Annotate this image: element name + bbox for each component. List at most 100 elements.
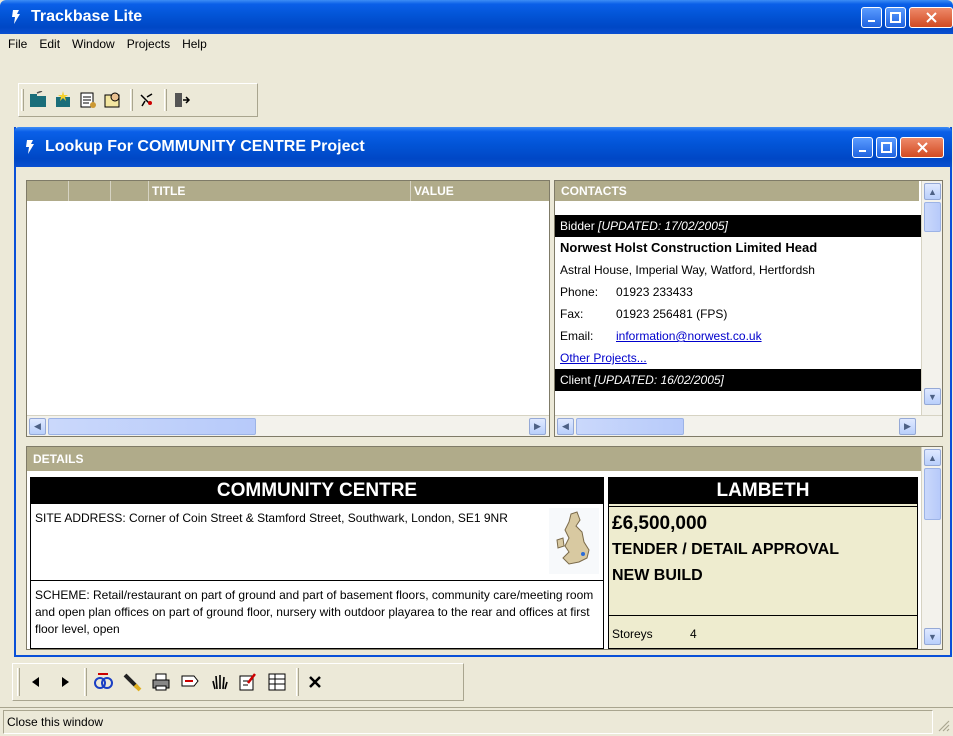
status-bar: Close this window xyxy=(0,707,953,736)
menu-window[interactable]: Window xyxy=(66,37,121,51)
other-projects-link[interactable]: Other Projects... xyxy=(560,351,647,365)
email-label: Email: xyxy=(560,329,594,343)
grid-header: TITLE VALUE xyxy=(27,181,549,201)
search-icon[interactable] xyxy=(90,668,116,696)
details-scroll-up-icon[interactable]: ▲ xyxy=(924,449,941,466)
email-link[interactable]: information@norwest.co.uk xyxy=(616,329,762,343)
lookup-minimize-button[interactable] xyxy=(852,137,873,158)
lookup-close-button[interactable] xyxy=(900,137,944,158)
grid-col-2[interactable] xyxy=(69,181,111,201)
contacts-scroll-down-icon[interactable]: ▼ xyxy=(924,388,941,405)
contacts-scroll-right-icon[interactable]: ▶ xyxy=(899,418,916,435)
contacts-scroll-thumb[interactable] xyxy=(924,202,941,232)
close-window-button[interactable] xyxy=(909,7,953,28)
status-text: Close this window xyxy=(7,715,104,729)
status-text-panel: Close this window xyxy=(3,710,933,734)
grid-col-value[interactable]: VALUE xyxy=(411,181,549,201)
summary-card: LAMBETH £6,500,000 TENDER / DETAIL APPRO… xyxy=(608,477,918,649)
contacts-hscroll-thumb[interactable] xyxy=(576,418,684,435)
project-stage: TENDER / DETAIL APPROVAL xyxy=(612,541,839,558)
app-icon xyxy=(9,9,23,25)
minimize-button[interactable] xyxy=(861,7,882,28)
grid-scroll-left-icon[interactable]: ◀ xyxy=(29,418,46,435)
contacts-vscrollbar[interactable]: ▲ ▼ xyxy=(921,181,942,415)
phone-label: Phone: xyxy=(560,285,599,299)
project-title: COMMUNITY CENTRE xyxy=(31,478,603,504)
menu-file[interactable]: File xyxy=(2,37,33,51)
client-updated: [UPDATED: 16/02/2005] xyxy=(594,373,724,387)
toolbar-grip[interactable] xyxy=(21,89,24,111)
grid-col-1[interactable] xyxy=(27,181,69,201)
report-icon[interactable] xyxy=(77,89,99,111)
bottom-toolbar-grip[interactable] xyxy=(17,668,20,696)
contacts-hscrollbar[interactable]: ◀ ▶ xyxy=(555,415,942,436)
details-scroll-down-icon[interactable]: ▼ xyxy=(924,628,941,645)
grid-col-title[interactable]: TITLE xyxy=(149,181,411,201)
highlight-icon[interactable] xyxy=(119,668,145,696)
menu-projects[interactable]: Projects xyxy=(121,37,176,51)
phone-value: 01923 233433 xyxy=(616,285,693,299)
fax-label: Fax: xyxy=(560,307,584,321)
other-projects-row: Other Projects... xyxy=(555,347,921,369)
details-pane: DETAILS COMMUNITY CENTRE SITE ADDRESS: C… xyxy=(26,446,943,650)
next-icon[interactable] xyxy=(52,668,78,696)
details-vscrollbar[interactable]: ▲ ▼ xyxy=(921,447,942,649)
site-address: SITE ADDRESS: Corner of Coin Street & St… xyxy=(35,511,508,525)
grid-hscrollbar[interactable]: ◀ ▶ xyxy=(27,415,549,436)
contacts-header: CONTACTS xyxy=(555,181,919,201)
project-icon[interactable] xyxy=(27,89,49,111)
contacts-scroll-left-icon[interactable]: ◀ xyxy=(557,418,574,435)
menu-help[interactable]: Help xyxy=(176,37,213,51)
grid-col-3[interactable] xyxy=(111,181,149,201)
email-row: Email: information@norwest.co.uk xyxy=(555,325,921,347)
app-title-bar: Trackbase Lite xyxy=(0,0,953,34)
lookup-title-bar: Lookup For COMMUNITY CENTRE Project xyxy=(14,127,952,167)
toolbar-separator xyxy=(130,89,133,111)
region-title: LAMBETH xyxy=(609,478,917,504)
bidder-updated: [UPDATED: 17/02/2005] xyxy=(598,219,728,233)
previous-icon[interactable] xyxy=(23,668,49,696)
hand-icon[interactable] xyxy=(206,668,232,696)
grid-scroll-right-icon[interactable]: ▶ xyxy=(529,418,546,435)
table-icon[interactable] xyxy=(264,668,290,696)
menu-edit[interactable]: Edit xyxy=(33,37,66,51)
tag-icon[interactable] xyxy=(177,668,203,696)
bottom-toolbar xyxy=(12,663,464,701)
bottom-separator-2 xyxy=(296,668,299,696)
menu-bar: File Edit Window Projects Help xyxy=(2,34,953,54)
contacts-pane: CONTACTS Bidder [UPDATED: 17/02/2005] No… xyxy=(554,180,943,437)
details-header: DETAILS xyxy=(27,447,921,471)
storeys-row: Storeys 4 xyxy=(612,624,912,644)
contacts-icon[interactable] xyxy=(102,89,124,111)
print-icon[interactable] xyxy=(148,668,174,696)
details-scroll-thumb[interactable] xyxy=(924,468,941,520)
toolbar-separator-2 xyxy=(164,89,167,111)
main-toolbar xyxy=(18,83,258,117)
project-value: £6,500,000 xyxy=(612,513,708,534)
project-card: COMMUNITY CENTRE SITE ADDRESS: Corner of… xyxy=(30,477,604,649)
app-title: Trackbase Lite xyxy=(31,8,143,25)
scheme-text: SCHEME: Retail/restaurant on part of gro… xyxy=(31,580,603,648)
company-address: Astral House, Imperial Way, Watford, Her… xyxy=(560,263,815,277)
maximize-button[interactable] xyxy=(885,7,906,28)
lookup-title: Lookup For COMMUNITY CENTRE Project xyxy=(45,138,365,155)
summary-box: £6,500,000 TENDER / DETAIL APPROVAL NEW … xyxy=(609,506,917,616)
uk-map-image xyxy=(549,508,599,574)
resize-grip[interactable] xyxy=(936,718,950,732)
edit-icon[interactable] xyxy=(235,668,261,696)
lookup-maximize-button[interactable] xyxy=(876,137,897,158)
lookup-window-icon xyxy=(23,139,37,155)
pin-icon[interactable] xyxy=(136,89,158,111)
exit-icon[interactable] xyxy=(170,89,192,111)
client-label: Client xyxy=(560,373,591,387)
grid-scroll-thumb[interactable] xyxy=(48,418,256,435)
contacts-scroll-up-icon[interactable]: ▲ xyxy=(924,183,941,200)
close-icon[interactable] xyxy=(302,668,328,696)
details-body: COMMUNITY CENTRE SITE ADDRESS: Corner of… xyxy=(30,477,918,649)
client-row: Client [UPDATED: 16/02/2005] xyxy=(555,369,921,391)
new-project-icon[interactable] xyxy=(52,89,74,111)
attributes-grid: TITLE VALUE ◀ ▶ xyxy=(26,180,550,437)
company-name: Norwest Holst Construction Limited Head xyxy=(560,240,818,255)
storeys-label: Storeys xyxy=(612,627,653,641)
bottom-separator-1 xyxy=(84,668,87,696)
